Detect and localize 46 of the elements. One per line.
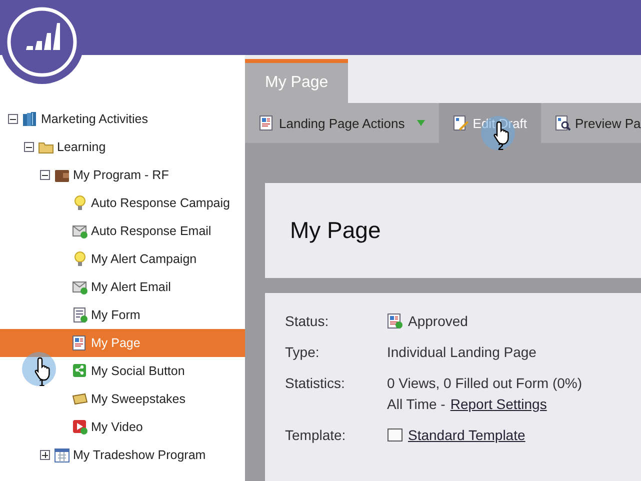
field-label: Status: (285, 313, 330, 329)
collapse-icon[interactable] (24, 142, 34, 152)
lightbulb-icon (72, 251, 88, 267)
email-icon (72, 223, 88, 239)
email-icon (72, 279, 88, 295)
briefcase-icon (54, 167, 70, 183)
time-range-text: All Time - (387, 396, 446, 412)
page-magnifier-icon (554, 115, 571, 131)
books-icon (22, 111, 38, 127)
tree-item[interactable]: Auto Response Email (72, 220, 212, 242)
expand-icon[interactable] (40, 450, 50, 460)
ticket-icon (72, 391, 88, 407)
report-settings-link[interactable]: Report Settings (450, 396, 547, 412)
field-value: Individual Landing Page (387, 344, 536, 360)
tree-item[interactable]: Marketing Activities (22, 108, 148, 130)
collapse-icon[interactable] (8, 114, 18, 124)
page-icon (259, 115, 275, 131)
tree-item[interactable]: My Sweepstakes (72, 388, 186, 410)
statistics-value: 0 Views, 0 Filled out Form (0%) (387, 375, 582, 391)
status-value: Approved (408, 313, 468, 329)
video-icon (72, 419, 88, 435)
tree-item[interactable]: Learning (38, 136, 106, 158)
page-icon (387, 313, 403, 329)
field-label: Statistics: (285, 375, 346, 393)
page-title: My Page (290, 217, 381, 244)
tree-item[interactable]: Auto Response Campaig (72, 192, 230, 214)
calendar-icon (54, 447, 70, 463)
field-label: Type: (285, 344, 320, 360)
tree-item[interactable]: My Alert Email (72, 276, 171, 298)
tree-item[interactable]: My Alert Campaign (72, 248, 197, 270)
share-icon (72, 363, 88, 379)
page-icon (72, 335, 88, 351)
template-icon (387, 427, 403, 443)
tree-item[interactable]: My Tradeshow Program (54, 444, 206, 466)
tree-item[interactable]: My Form (72, 304, 140, 326)
toolbar-button[interactable]: Landing Page Actions (245, 103, 439, 143)
toolbar-button[interactable]: Preview Pa (540, 103, 641, 143)
collapse-icon[interactable] (40, 170, 50, 180)
lightbulb-icon (72, 195, 88, 211)
tree-item[interactable]: My Video (72, 416, 143, 438)
field-label: Template: (285, 427, 347, 443)
tree-item[interactable]: My Program - RF (54, 164, 169, 186)
template-link[interactable]: Standard Template (408, 427, 526, 443)
page-pencil-icon (452, 115, 469, 131)
tree-item[interactable]: My Social Button (72, 360, 185, 382)
form-icon (72, 307, 88, 323)
